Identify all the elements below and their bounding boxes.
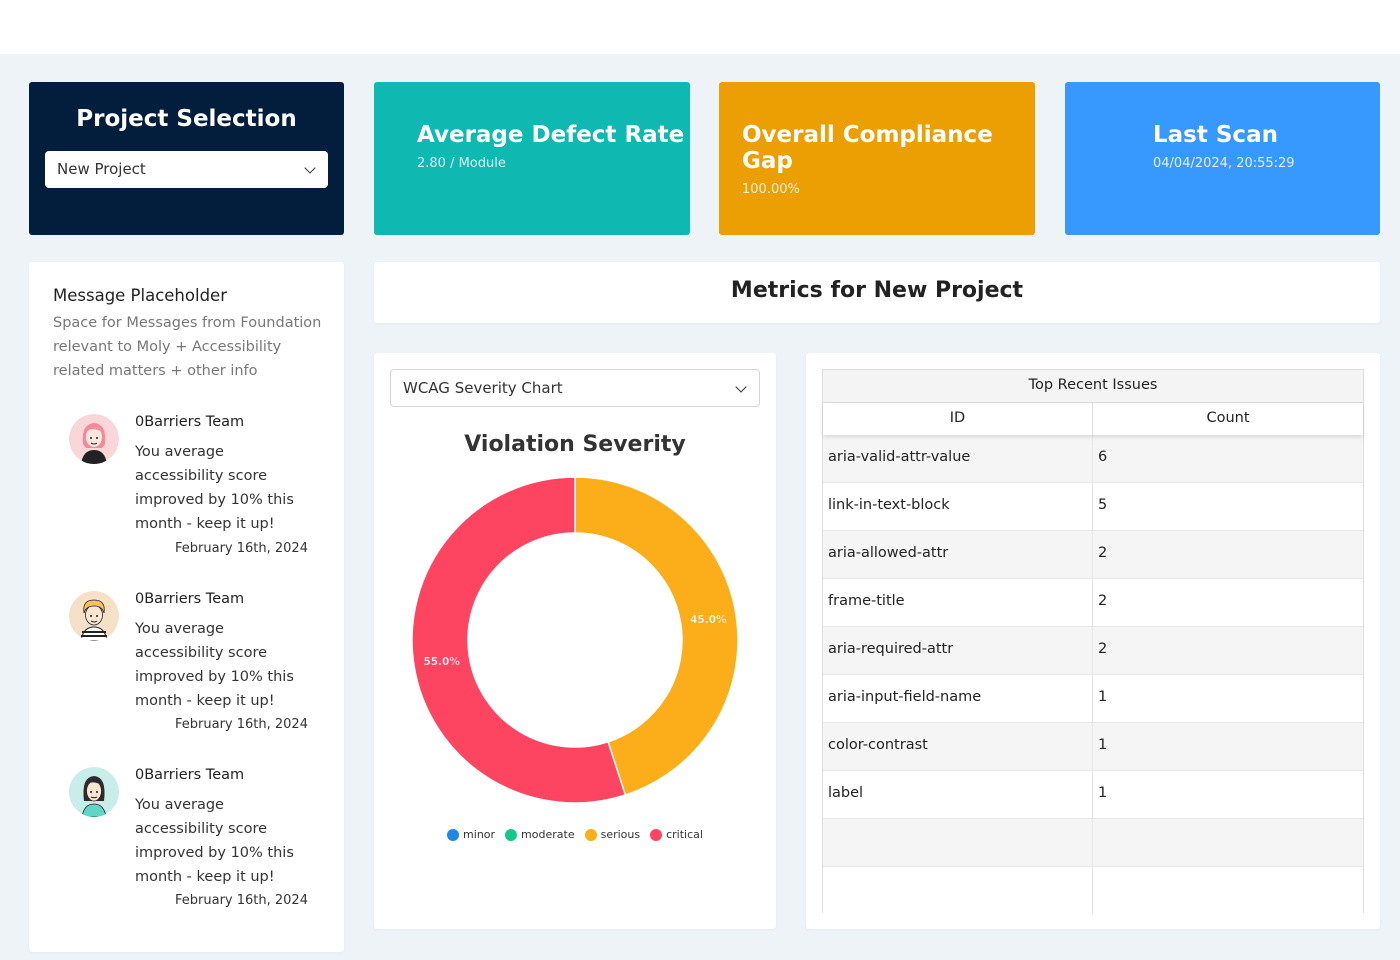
issue-count-cell: 1 [1098,689,1108,705]
average-defect-rate-value: 2.80 / Module [417,156,506,171]
project-selection-title: Project Selection [76,106,297,132]
legend-marker [650,828,663,841]
issue-count-cell: 1 [1098,785,1108,801]
issue-id-cell: aria-valid-attr-value [823,435,1093,482]
legend-label: moderate [521,828,575,841]
legend-label: serious [600,828,641,841]
average-defect-rate-title: Average Defect Rate [417,122,685,148]
issue-id-cell: label [823,771,1093,818]
issues-table-header: ID Count [823,403,1363,435]
legend-marker [447,828,460,841]
issues-table: Top Recent Issues ID Count aria-valid-at… [822,369,1364,914]
compliance-gap-value: 100.00% [742,182,800,197]
message-date: February 16th, 2024 [175,541,308,556]
compliance-gap-card: Overall Compliance Gap 100.00% [719,82,1035,235]
issue-count-cell: 2 [1098,641,1108,657]
legend-marker [584,828,597,841]
message-panel: Message Placeholder Space for Messages f… [29,262,344,952]
last-scan-card: Last Scan 04/04/2024, 20:55:29 [1065,82,1380,235]
issues-card: Top Recent Issues ID Count aria-valid-at… [806,353,1380,929]
slice-data-label: 55.0% [423,656,460,668]
issues-table-body: aria-valid-attr-value 6 link-in-text-block… [823,435,1363,914]
project-selection-card: Project Selection New Project [29,82,344,235]
legend-item[interactable]: critical [650,828,703,841]
issue-id-cell: link-in-text-block [823,483,1093,530]
table-row: label 1 [823,770,1363,818]
message-text: You average accessibility score improved… [135,797,294,885]
message-author: 0Barriers Team [135,767,245,783]
issue-count-cell: 6 [1098,449,1108,465]
table-row: link-in-text-block 5 [823,482,1363,530]
last-scan-value: 04/04/2024, 20:55:29 [1153,156,1295,171]
message-text: You average accessibility score improved… [135,621,294,709]
top-bar [0,0,1400,54]
issue-id-cell [823,819,1093,866]
issue-id-cell: aria-required-attr [823,627,1093,674]
issue-id-cell: aria-input-field-name [823,675,1093,722]
table-row [823,818,1363,866]
issue-count-cell: 5 [1098,497,1108,513]
issue-count-cell: 2 [1098,545,1108,561]
column-header-count[interactable]: Count [1093,403,1363,435]
table-row: aria-required-attr 2 [823,626,1363,674]
table-row: aria-input-field-name 1 [823,674,1363,722]
message-text: You average accessibility score improved… [135,444,294,532]
table-row: color-contrast 1 [823,722,1363,770]
table-row: aria-valid-attr-value 6 [823,435,1363,482]
column-header-id[interactable]: ID [823,403,1093,435]
message-panel-description: Space for Messages from Foundation relev… [53,315,322,379]
issue-id-cell [823,867,1093,914]
slice-data-label: 45.0% [690,614,727,626]
legend-marker [505,828,518,841]
legend-item[interactable]: minor [447,828,495,841]
table-row: aria-allowed-attr 2 [823,530,1363,578]
legend-item[interactable]: moderate [505,828,575,841]
project-dropdown-value: New Project [57,160,146,178]
average-defect-rate-card: Average Defect Rate 2.80 / Module [374,82,690,235]
issues-table-caption: Top Recent Issues [823,370,1363,403]
metrics-title: Metrics for New Project [374,262,1380,323]
table-row: frame-title 2 [823,578,1363,626]
chart-legend: minor moderate serious critical [374,828,776,841]
issue-id-cell: aria-allowed-attr [823,531,1093,578]
message-date: February 16th, 2024 [175,717,308,732]
issue-id-cell: frame-title [823,579,1093,626]
issue-count-cell: 2 [1098,593,1108,609]
table-row [823,866,1363,914]
legend-item[interactable]: serious [584,828,641,841]
message-panel-heading: Message Placeholder [53,286,227,305]
issue-count-cell: 1 [1098,737,1108,753]
message-author: 0Barriers Team [135,414,245,430]
legend-label: critical [666,828,703,841]
message-date: February 16th, 2024 [175,893,308,908]
compliance-gap-title: Overall Compliance Gap [742,122,993,174]
last-scan-title: Last Scan [1153,122,1278,148]
avatar-woman-pink-hair-icon [69,414,119,464]
issue-count-cell [1093,867,1363,914]
legend-label: minor [463,828,496,841]
chevron-down-icon [304,162,316,174]
project-dropdown[interactable]: New Project [45,151,328,188]
message-author: 0Barriers Team [135,591,245,607]
issue-id-cell: color-contrast [823,723,1093,770]
donut-chart: 45.0% 55.0% [411,476,739,804]
chart-card: WCAG Severity Chart Violation Severity 4… [374,353,776,929]
avatar-woman-dark-hair-icon [69,767,119,817]
issue-count-cell [1093,819,1363,866]
avatar-man-curly-hair-icon [69,591,119,641]
